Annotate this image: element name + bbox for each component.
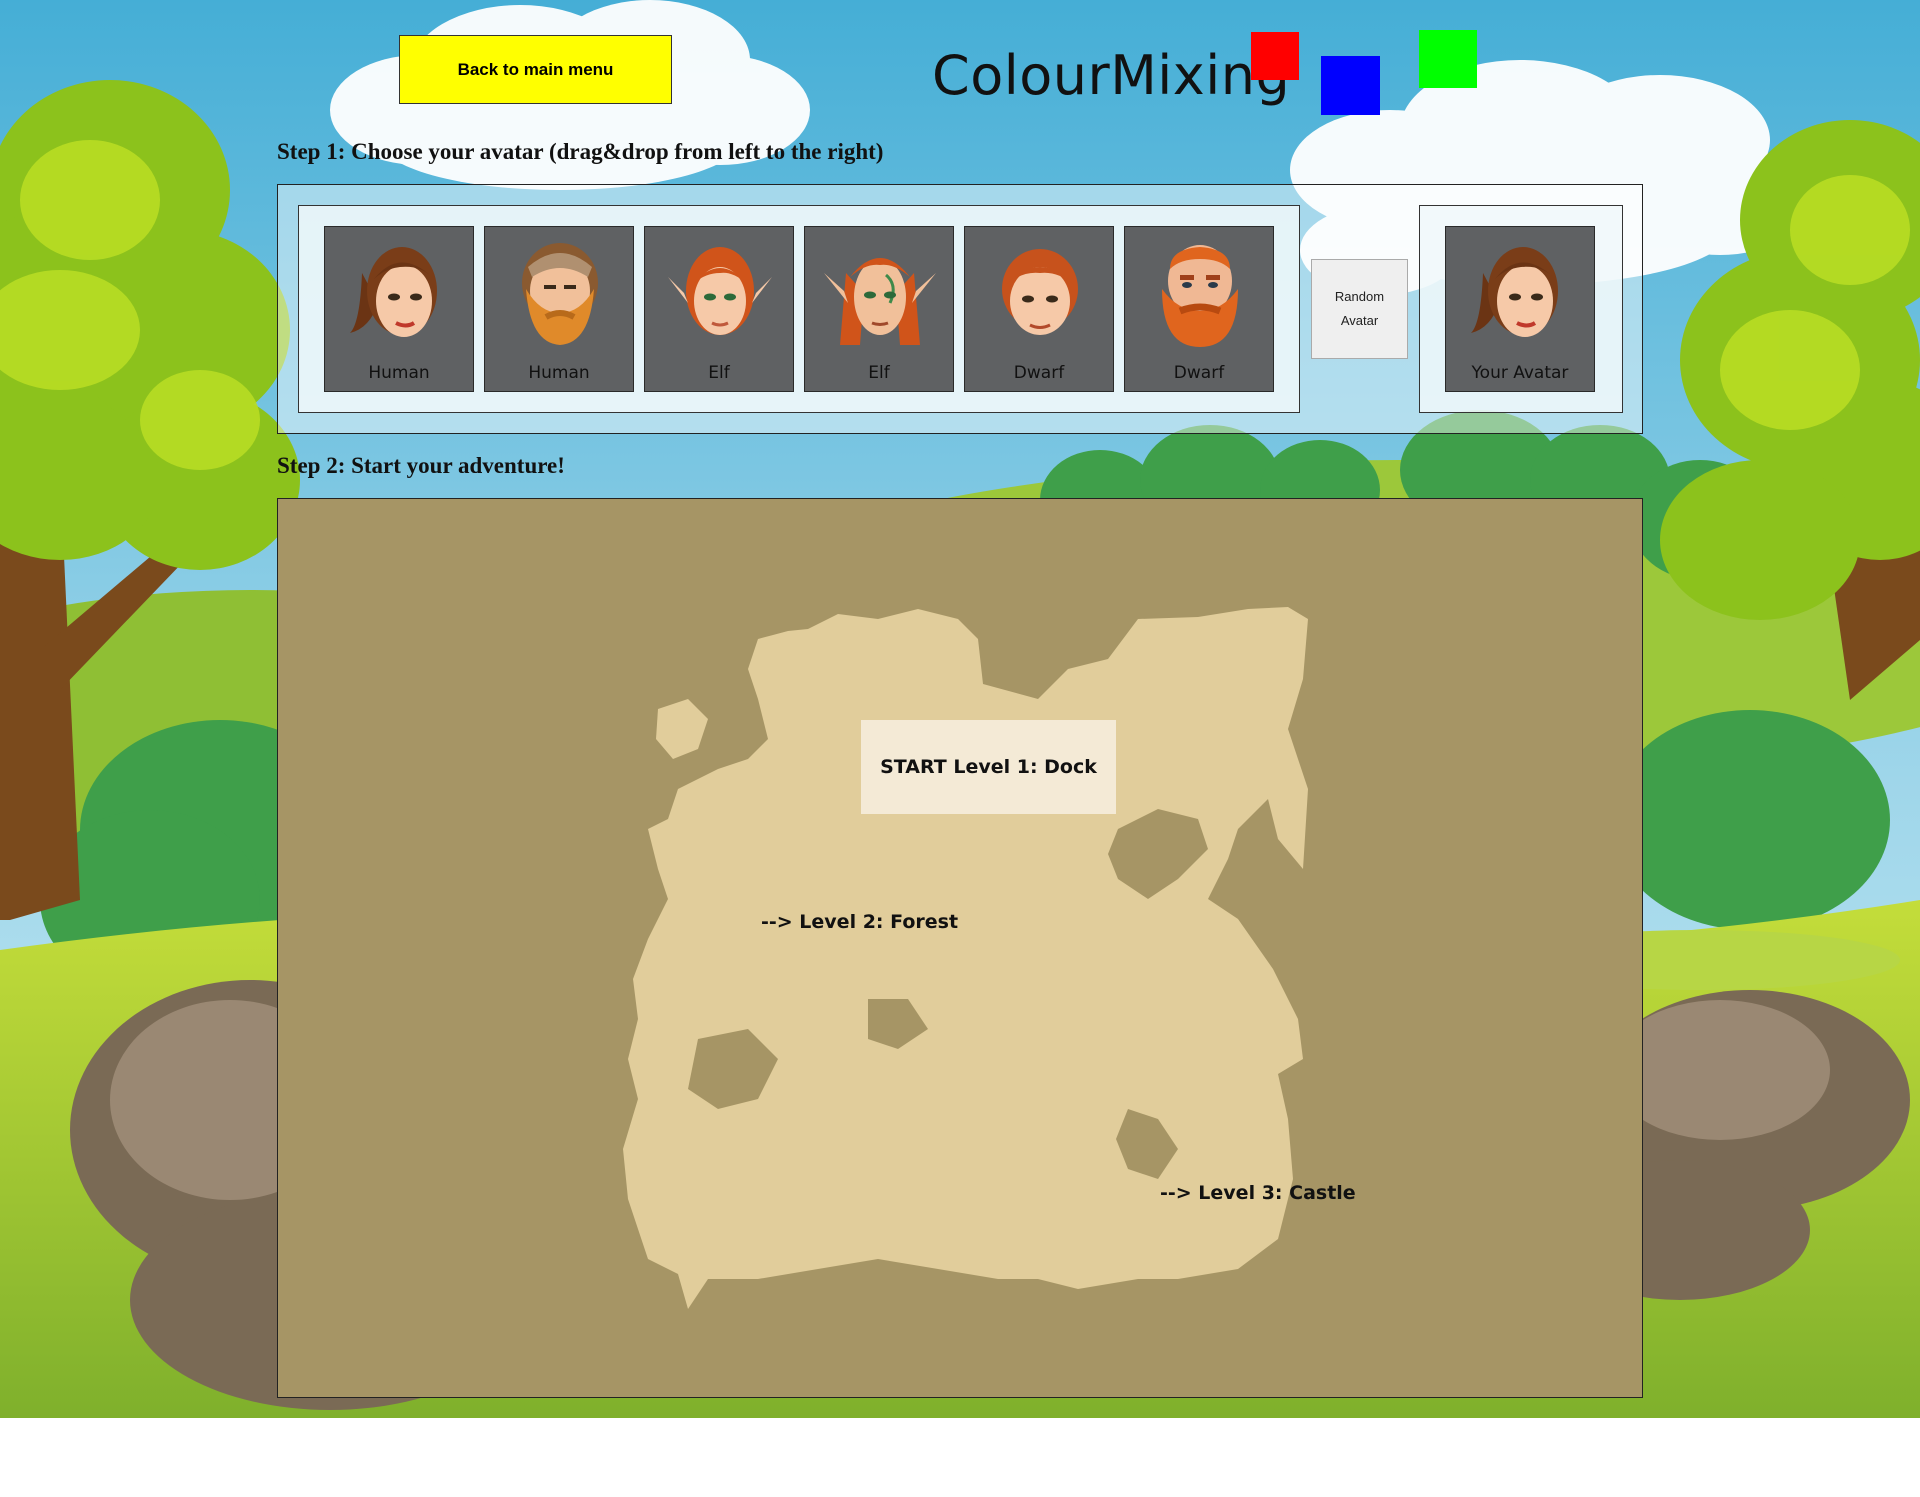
island-map-icon [623,607,1308,1309]
human-male-bearded-icon [522,243,598,345]
elf-male-icon [824,258,936,345]
dwarf-female-icon [1002,249,1078,335]
avatar-card-dwarf-male[interactable]: Dwarf [1124,226,1274,392]
avatar-label: Elf [708,363,730,383]
avatar-selection-panel: Human Human Elf Elf Dwarf Dwarf Random A… [277,184,1643,434]
level-3-castle-link[interactable]: --> Level 3: Castle [1160,1182,1356,1204]
step1-heading: Step 1: Choose your avatar (drag&drop fr… [277,139,884,164]
avatar-label: Dwarf [1013,363,1065,383]
avatar-card-human-female[interactable]: Human [324,226,474,392]
random-avatar-label-line2: Avatar [1340,313,1379,328]
avatar-label: Dwarf [1173,363,1225,383]
human-female-icon [350,247,437,337]
red-square [1251,32,1299,80]
avatar-card-elf-male[interactable]: Elf [804,226,954,392]
avatar-card-dwarf-female[interactable]: Dwarf [964,226,1114,392]
avatar-card-human-male[interactable]: Human [484,226,634,392]
avatar-label: Human [368,363,430,383]
your-avatar-label: Your Avatar [1471,363,1569,383]
your-avatar-drop-zone[interactable]: Your Avatar [1419,205,1623,413]
avatar-label: Elf [868,363,890,383]
level-2-forest-link[interactable]: --> Level 2: Forest [761,911,958,933]
adventure-map: START Level 1: Dock --> Level 2: Forest … [277,498,1643,1398]
blue-square [1321,56,1380,115]
level-1-dock-button[interactable]: START Level 1: Dock [861,720,1116,814]
random-avatar-button[interactable]: Random Avatar [1311,259,1408,359]
green-square [1419,30,1477,88]
page-title: ColourMixing [932,44,1291,107]
random-avatar-label-line1: Random [1334,289,1385,304]
elf-female-icon [668,247,772,335]
back-to-main-menu-button[interactable]: Back to main menu [399,35,672,104]
step2-heading: Step 2: Start your adventure! [277,453,565,478]
avatar-choices: Human Human Elf Elf Dwarf Dwarf [298,205,1300,413]
avatar-card-elf-female[interactable]: Elf [644,226,794,392]
avatar-label: Human [528,363,590,383]
human-female-icon [1471,247,1558,337]
selected-avatar-card[interactable]: Your Avatar [1445,226,1595,392]
dwarf-male-icon [1162,245,1238,347]
